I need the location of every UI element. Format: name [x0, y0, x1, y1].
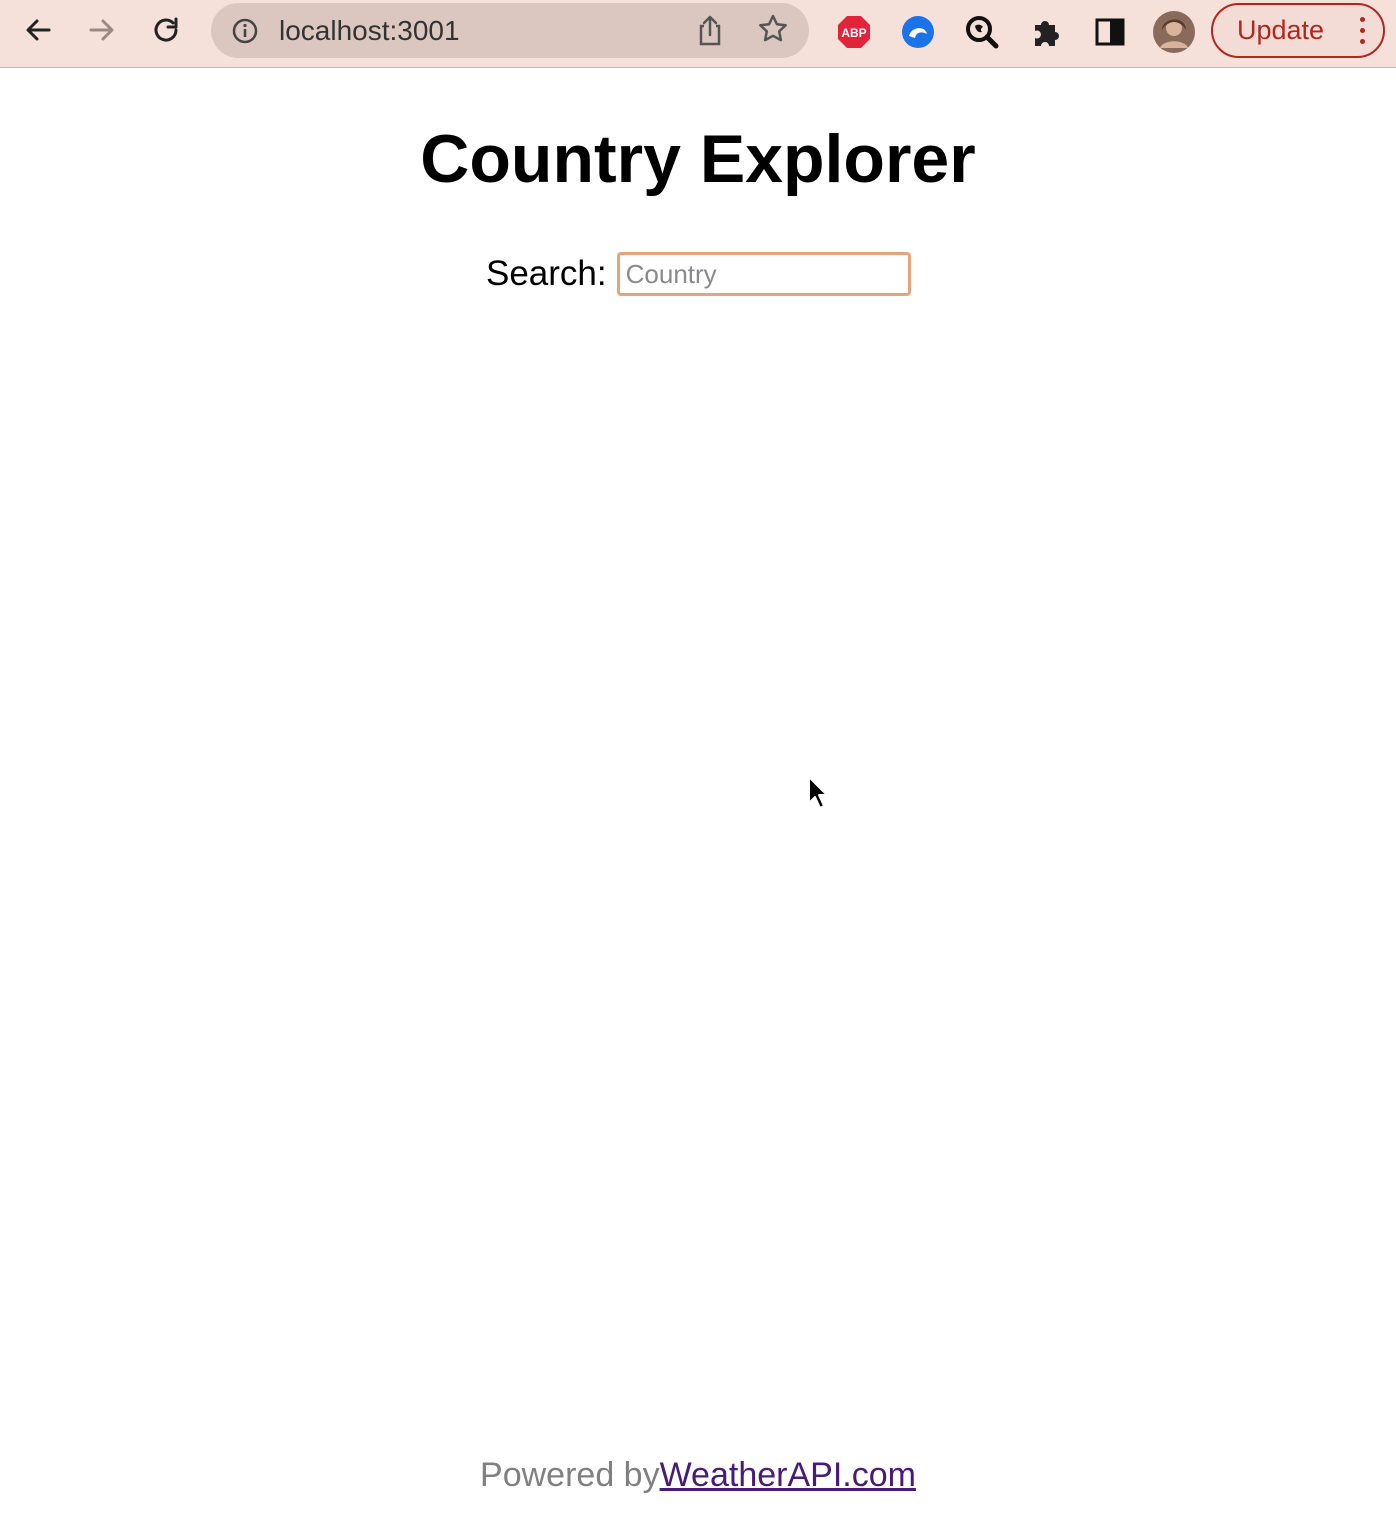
search-row: Search:: [486, 250, 911, 298]
puzzle-icon[interactable]: [1024, 10, 1068, 54]
sidepanel-icon[interactable]: [1088, 10, 1132, 54]
address-bar[interactable]: localhost:3001: [211, 3, 809, 58]
forward-button[interactable]: [82, 10, 122, 50]
footer: Powered byWeatherAPI.com: [0, 1456, 1396, 1495]
info-icon[interactable]: [231, 17, 259, 45]
share-icon[interactable]: [695, 13, 725, 47]
mouse-cursor-icon: [808, 776, 828, 809]
abp-icon[interactable]: ABP: [832, 10, 876, 54]
page-title: Country Explorer: [420, 121, 976, 197]
svg-text:ABP: ABP: [841, 26, 866, 40]
weatherapi-link[interactable]: WeatherAPI.com: [660, 1456, 916, 1494]
url-text[interactable]: localhost:3001: [279, 15, 460, 47]
browser-toolbar: localhost:3001 ABP Update: [0, 0, 1396, 68]
search-label: Search:: [486, 254, 607, 293]
update-label: Update: [1237, 15, 1325, 45]
search-input[interactable]: [616, 252, 911, 296]
avatar[interactable]: [1152, 10, 1196, 54]
reload-icon: [154, 17, 178, 42]
powered-by-text: Powered by: [480, 1456, 660, 1494]
back-button[interactable]: [18, 10, 58, 50]
arrow-left-icon: [26, 19, 51, 41]
edge-icon[interactable]: [896, 10, 940, 54]
search-extension-icon[interactable]: [960, 10, 1004, 54]
arrow-right-icon: [89, 19, 114, 41]
reload-button[interactable]: [146, 10, 186, 50]
star-icon[interactable]: [757, 13, 789, 45]
kebab-menu-icon[interactable]: [1360, 17, 1365, 44]
update-button[interactable]: Update: [1211, 3, 1385, 58]
